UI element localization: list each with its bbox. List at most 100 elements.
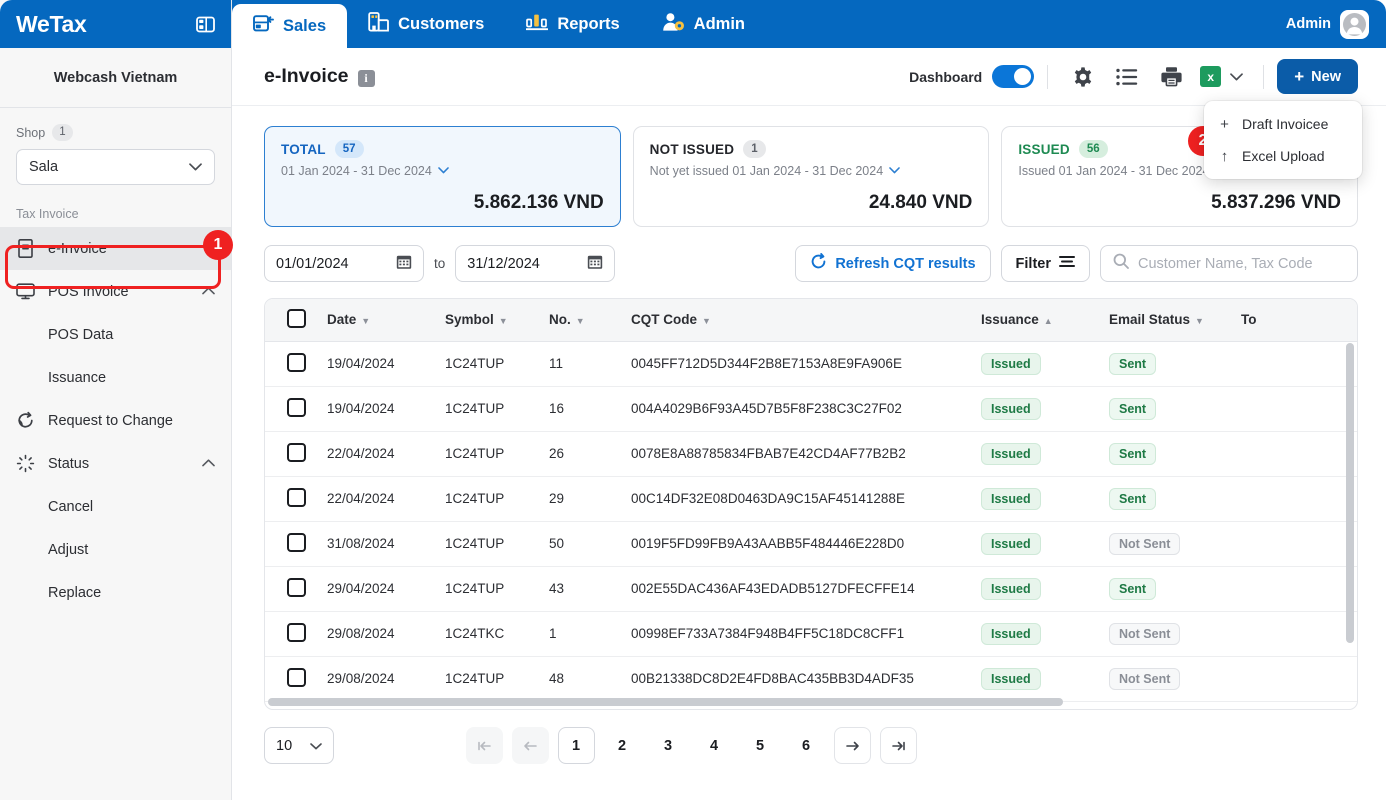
th-symbol[interactable]: Symbol ▼	[435, 299, 539, 342]
th-total[interactable]: To	[1231, 299, 1357, 342]
row-checkbox[interactable]	[287, 667, 306, 687]
sidebar-item-adjust[interactable]: Adjust	[0, 528, 231, 571]
table-row[interactable]: 29/08/2024 1C24TKC 1 00998EF733A7384F948…	[265, 611, 1357, 657]
tab-admin[interactable]: Admin	[641, 0, 766, 48]
page-button-5[interactable]: 5	[742, 727, 779, 764]
sidebar-item-label: Status	[48, 455, 90, 472]
date-from-value: 01/01/2024	[276, 255, 349, 272]
table-row[interactable]: 19/04/2024 1C24TUP 16 004A4029B6F93A45D7…	[265, 386, 1357, 432]
new-button[interactable]: + New	[1277, 59, 1358, 94]
dashboard-toggle[interactable]	[992, 65, 1035, 88]
refresh-cqt-button[interactable]: Refresh CQT results	[795, 245, 991, 282]
page-button-2[interactable]: 2	[604, 727, 641, 764]
page-button-6[interactable]: 6	[788, 727, 825, 764]
first-page-button[interactable]	[465, 727, 503, 764]
sidebar-item-request-to-change[interactable]: Request to Change	[0, 399, 231, 442]
row-checkbox[interactable]	[287, 487, 306, 507]
date-from-input[interactable]: 01/01/2024	[264, 245, 424, 282]
table-row[interactable]: 31/08/2024 1C24TUP 50 0019F5FD99FB9A43AA…	[265, 521, 1357, 567]
chevron-up-icon	[202, 458, 215, 470]
td-date: 29/08/2024	[317, 611, 435, 657]
page-size-select[interactable]: 10	[264, 727, 334, 764]
card-subtitle-row[interactable]: 01 Jan 2024 - 31 Dec 2024	[281, 164, 604, 178]
filter-button[interactable]: Filter	[1000, 245, 1090, 282]
tab-customers[interactable]: Customers	[347, 0, 505, 48]
date-to-input[interactable]: 31/12/2024	[455, 245, 616, 282]
sidebar-item-label: e-Invoice	[48, 240, 107, 257]
tab-reports[interactable]: Reports	[505, 0, 640, 48]
spinner-icon	[16, 454, 35, 473]
row-checkbox[interactable]	[287, 622, 306, 642]
sales-icon	[253, 14, 274, 38]
th-label: Date	[327, 312, 357, 328]
sidebar-item-replace[interactable]: Replace	[0, 571, 231, 614]
calendar-icon[interactable]	[396, 254, 412, 274]
td-checkbox	[265, 431, 317, 477]
excel-export-button[interactable]: x	[1200, 62, 1244, 92]
new-button-label: New	[1311, 68, 1341, 85]
th-no[interactable]: No. ▼	[539, 299, 621, 342]
td-symbol: 1C24TUP	[435, 656, 539, 702]
horizontal-scrollbar[interactable]	[268, 698, 1063, 706]
th-issuance[interactable]: Issuance ▲	[971, 299, 1099, 342]
dropdown-item-draft-invoicee[interactable]: + Draft Invoicee	[1204, 108, 1362, 140]
sidebar-item-pos-invoice[interactable]: POS Invoice	[0, 270, 231, 313]
th-email-status[interactable]: Email Status ▼	[1099, 299, 1231, 342]
sidebar-item-cancel[interactable]: Cancel	[0, 485, 231, 528]
sidebar: WeTax Webcash Vietnam Shop 1 Sala Tax In…	[0, 0, 232, 800]
next-page-button[interactable]	[833, 727, 871, 764]
tab-sales[interactable]: Sales	[232, 4, 348, 48]
row-checkbox[interactable]	[287, 442, 306, 462]
sidebar-item-issuance[interactable]: Issuance	[0, 356, 231, 399]
sidebar-item-e-invoice[interactable]: e-Invoice	[0, 227, 231, 270]
td-checkbox	[265, 611, 317, 657]
th-cqt-code[interactable]: CQT Code ▼	[621, 299, 971, 342]
table-row[interactable]: 19/04/2024 1C24TUP 11 0045FF712D5D344F2B…	[265, 341, 1357, 387]
row-checkbox[interactable]	[287, 397, 306, 417]
select-all-checkbox[interactable]	[287, 308, 306, 328]
row-checkbox[interactable]	[287, 352, 306, 372]
refresh-cqt-label: Refresh CQT results	[835, 255, 976, 272]
panel-toggle-icon[interactable]	[196, 16, 215, 33]
admin-user-area[interactable]: Admin	[1286, 0, 1386, 48]
sidebar-item-status[interactable]: Status	[0, 442, 231, 485]
td-no: 50	[539, 521, 621, 567]
table-row[interactable]: 29/04/2024 1C24TUP 43 002E55DAC436AF43ED…	[265, 566, 1357, 612]
prev-page-button[interactable]	[511, 727, 549, 764]
vertical-scrollbar[interactable]	[1346, 343, 1354, 643]
table-row[interactable]: 29/08/2024 1C24TUP 48 00B21338DC8D2E4FD8…	[265, 656, 1357, 702]
td-cqt-code: 0078E8A88785834FBAB7E42CD4AF77B2B2	[621, 431, 971, 477]
gear-icon[interactable]	[1068, 62, 1098, 92]
sort-desc-icon: ▼	[361, 316, 371, 327]
sidebar-item-pos-data[interactable]: POS Data	[0, 313, 231, 356]
page-button-1[interactable]: 1	[557, 727, 595, 764]
page-button-4[interactable]: 4	[696, 727, 733, 764]
row-checkbox[interactable]	[287, 577, 306, 597]
last-page-button[interactable]	[879, 727, 917, 764]
row-checkbox[interactable]	[287, 532, 306, 552]
td-total	[1231, 611, 1357, 657]
sidebar-item-label: POS Invoice	[48, 283, 129, 300]
excel-icon: x	[1200, 66, 1222, 87]
page-header: e-Invoice i Dashboard x + New	[232, 48, 1386, 106]
summary-card-not-issued[interactable]: NOT ISSUED 1 Not yet issued 01 Jan 2024 …	[632, 126, 990, 227]
search-box[interactable]	[1100, 245, 1358, 282]
search-input[interactable]	[1138, 255, 1345, 272]
table-row[interactable]: 22/04/2024 1C24TUP 29 00C14DF32E08D0463D…	[265, 476, 1357, 522]
info-icon[interactable]: i	[357, 70, 375, 87]
card-subtitle-row[interactable]: Not yet issued 01 Jan 2024 - 31 Dec 2024	[650, 164, 973, 178]
calendar-icon[interactable]	[587, 254, 603, 274]
avatar[interactable]	[1340, 9, 1369, 39]
shop-select[interactable]: Sala	[16, 149, 215, 185]
summary-card-total[interactable]: TOTAL 57 01 Jan 2024 - 31 Dec 2024 5.862…	[264, 126, 621, 227]
content-area: TOTAL 57 01 Jan 2024 - 31 Dec 2024 5.862…	[232, 106, 1386, 800]
page-button-3[interactable]: 3	[650, 727, 687, 764]
print-icon[interactable]	[1156, 62, 1186, 92]
td-cqt-code: 0019F5FD99FB9A43AABB5F484446E228D0	[621, 521, 971, 567]
table-row[interactable]: 22/04/2024 1C24TUP 26 0078E8A88785834FBA…	[265, 431, 1357, 477]
th-date[interactable]: Date ▼	[317, 299, 435, 342]
td-email-status: Sent	[1099, 431, 1231, 477]
list-icon[interactable]	[1112, 62, 1142, 92]
dropdown-item-excel-upload[interactable]: ↑ Excel Upload	[1204, 140, 1362, 172]
tab-label: Sales	[283, 16, 327, 35]
